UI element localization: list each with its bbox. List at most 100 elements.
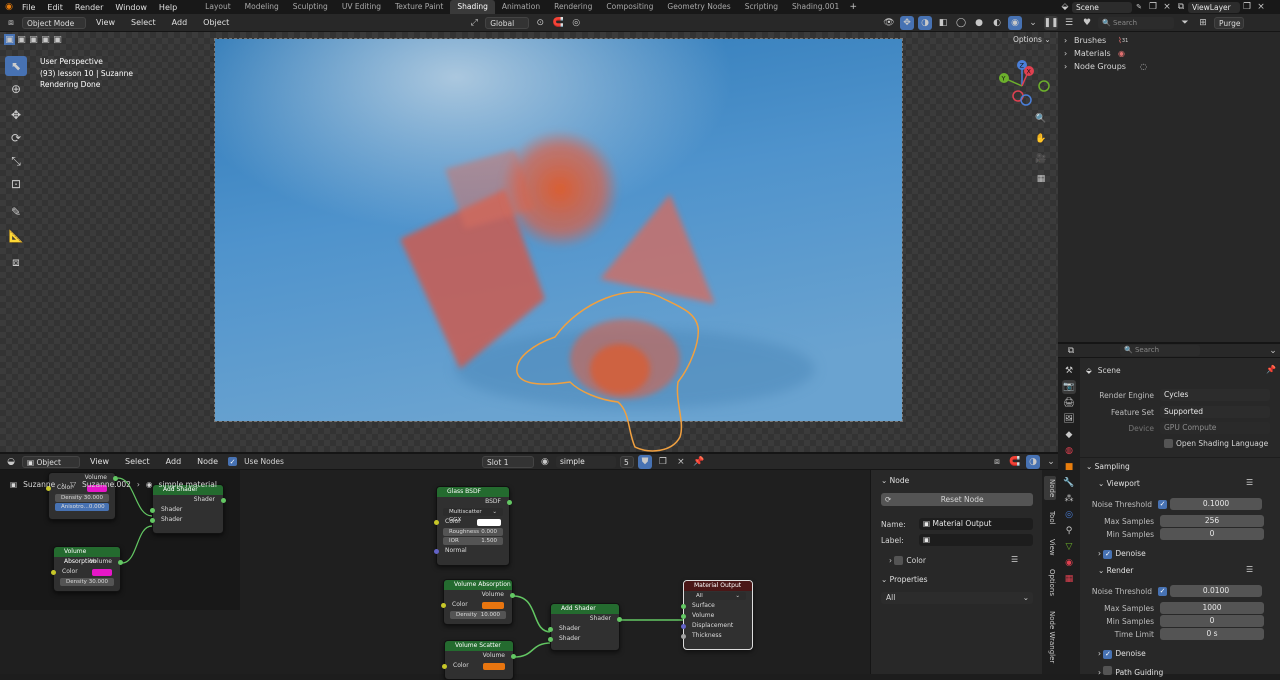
breadcrumb-material[interactable]: simple material (158, 480, 216, 489)
vp-noise-checkbox[interactable]: ✓ (1158, 499, 1167, 509)
wireframe-shading-icon[interactable]: ◯ (954, 16, 968, 30)
node-name-field[interactable]: ▣ Material Output (919, 518, 1033, 530)
display-mode-icon[interactable]: ♥ (1080, 16, 1094, 30)
tab-node[interactable]: Node (1044, 476, 1056, 501)
editor-type-icon[interactable]: ⧈ (4, 16, 18, 30)
purge-button[interactable]: Purge (1214, 16, 1244, 29)
user-count[interactable]: 5 (619, 455, 634, 468)
input-socket[interactable] (681, 623, 686, 629)
backdrop-icon[interactable]: ⧈ (990, 455, 1004, 469)
output-socket[interactable] (617, 616, 622, 622)
tab-uv-editing[interactable]: UV Editing (335, 0, 388, 14)
select-invert-icon[interactable]: ▣ (40, 34, 51, 45)
expand-icon[interactable]: › (1064, 49, 1074, 58)
scene-tab-icon[interactable]: ◆ (1062, 428, 1076, 442)
expand-icon[interactable]: › (889, 556, 892, 565)
properties-search-input[interactable]: 🔍 Search (1120, 345, 1200, 356)
material-tab-icon[interactable]: ◉ (1062, 556, 1076, 570)
vp-denoise-subsection[interactable]: › ✓ Denoise (1098, 549, 1146, 559)
node-editor-type-icon[interactable]: ◒ (4, 455, 18, 469)
vp-min-samples-field[interactable]: 0 (1160, 528, 1264, 540)
distribution-dropdown[interactable]: Multiscatter GGX ⌄ (443, 508, 503, 523)
menu-file[interactable]: File (16, 3, 41, 12)
solid-shading-icon[interactable]: ● (972, 16, 986, 30)
overlay-node-icon[interactable]: ◑ (1026, 454, 1040, 469)
tab-rendering[interactable]: Rendering (547, 0, 599, 14)
input-socket[interactable] (681, 613, 686, 619)
tab-modeling[interactable]: Modeling (238, 0, 286, 14)
copy-layer-icon[interactable]: ❐ (1240, 0, 1254, 14)
fake-user-icon[interactable]: ⛊ (637, 454, 652, 469)
color-swatch[interactable] (476, 518, 501, 526)
properties-options-icon[interactable]: ⌄ (1266, 344, 1280, 358)
pin-icon[interactable]: 📌 (1266, 365, 1276, 374)
navigation-gizmo[interactable]: Z Y X (994, 56, 1054, 116)
output-socket[interactable] (510, 592, 515, 598)
output-tab-icon[interactable]: 🖨 (1062, 396, 1076, 410)
tab-geometry-nodes[interactable]: Geometry Nodes (660, 0, 737, 14)
copy-icon[interactable]: ❐ (1146, 0, 1160, 14)
viewport-menu-add[interactable]: Add (166, 18, 194, 27)
viewport-menu-view[interactable]: View (90, 18, 121, 27)
gizmo-icon[interactable]: ✥ (900, 15, 914, 30)
move-tool[interactable]: ✥ (5, 105, 27, 125)
material-name-field[interactable]: simple material (555, 455, 616, 478)
properties-section[interactable]: ⌄ Properties (881, 575, 928, 584)
use-nodes-checkbox[interactable]: ✓ (228, 457, 238, 466)
view-layer-tab-icon[interactable]: 🖼 (1062, 412, 1076, 426)
time-limit-field[interactable]: 0 s (1160, 628, 1264, 640)
duplicate-material-icon[interactable]: ❐ (656, 455, 670, 469)
breadcrumb-object[interactable]: Suzanne (23, 480, 55, 489)
properties-editor-type-icon[interactable]: ⧉ (1064, 344, 1078, 358)
outliner-item-materials[interactable]: › Materials ◉ (1058, 47, 1280, 60)
tool-tab-icon[interactable]: ⚒ (1062, 364, 1076, 378)
color-presets-icon[interactable]: ☰ (1011, 555, 1018, 564)
snap-node-icon[interactable]: 🧲 (1008, 455, 1022, 469)
tab-layout[interactable]: Layout (198, 0, 238, 14)
select-set-icon[interactable]: ▣ (4, 34, 15, 45)
breadcrumb-mesh[interactable]: Suzanne.002 (82, 480, 131, 489)
glass-bsdf-node[interactable]: Glass BSDF BSDF Multiscatter GGX ⌄ Color … (434, 486, 512, 566)
node-menu-node[interactable]: Node (191, 457, 224, 466)
viewport-menu-select[interactable]: Select (125, 18, 162, 27)
color-swatch[interactable] (481, 601, 504, 609)
material-output-node[interactable]: Material Output All ⌄ Surface Volume Disp… (681, 580, 753, 650)
tab-sculpting[interactable]: Sculpting (286, 0, 335, 14)
options-dropdown[interactable]: Options ⌄ (1013, 35, 1051, 44)
blender-logo-icon[interactable]: ◉ (2, 0, 16, 14)
viewport-menu-object[interactable]: Object (197, 18, 235, 27)
r-max-samples-field[interactable]: 1000 (1160, 602, 1264, 614)
density-field[interactable]: Density 10.000 (450, 611, 506, 619)
transform-orientation-icon[interactable]: ⤢ (467, 16, 481, 30)
scale-tool[interactable]: ⤡ (5, 151, 27, 171)
render-presets-icon[interactable]: ☰ (1246, 565, 1253, 574)
xray-icon[interactable]: ◧ (936, 16, 950, 30)
cursor-tool[interactable]: ⊕ (5, 79, 27, 99)
material-browse-icon[interactable]: ◉ (538, 455, 552, 469)
pause-icon[interactable]: ❚❚ (1043, 15, 1059, 30)
object-type-dropdown[interactable]: ▣ Object (22, 455, 80, 468)
output-socket[interactable] (507, 499, 512, 505)
tab-view[interactable]: View (1044, 536, 1056, 559)
tab-options[interactable]: Options (1044, 566, 1056, 599)
input-socket[interactable] (434, 519, 439, 525)
render-engine-dropdown[interactable]: Cycles (1160, 389, 1270, 401)
node-label-field[interactable]: ▣ (919, 534, 1033, 546)
reset-node-button[interactable]: ⟳ Reset Node (881, 493, 1033, 506)
node-editor-canvas[interactable]: ▣ Suzanne › ▽ Suzanne.002 › ◉ simple materi… (0, 470, 870, 680)
ortho-grid-icon[interactable]: ▦ (1034, 172, 1048, 186)
sampling-section[interactable]: ⌄ Sampling (1086, 462, 1130, 471)
shading-options-icon[interactable]: ⌄ (1026, 16, 1040, 30)
node-menu-select[interactable]: Select (119, 457, 156, 466)
add-cube-tool[interactable]: ⧈ (5, 252, 27, 272)
menu-help[interactable]: Help (153, 3, 183, 12)
outliner-search-input[interactable]: 🔍 Search (1098, 16, 1174, 29)
properties-target-dropdown[interactable]: All ⌄ (881, 592, 1033, 604)
input-socket[interactable] (442, 663, 447, 669)
r-noise-field[interactable]: 0.0100 (1170, 585, 1262, 597)
pivot-icon[interactable]: ⊙ (533, 16, 547, 30)
close-icon[interactable]: × (1160, 0, 1174, 14)
object-mode-dropdown[interactable]: Object Mode (22, 16, 86, 29)
input-socket[interactable] (548, 636, 553, 642)
osl-checkbox[interactable] (1164, 439, 1173, 448)
